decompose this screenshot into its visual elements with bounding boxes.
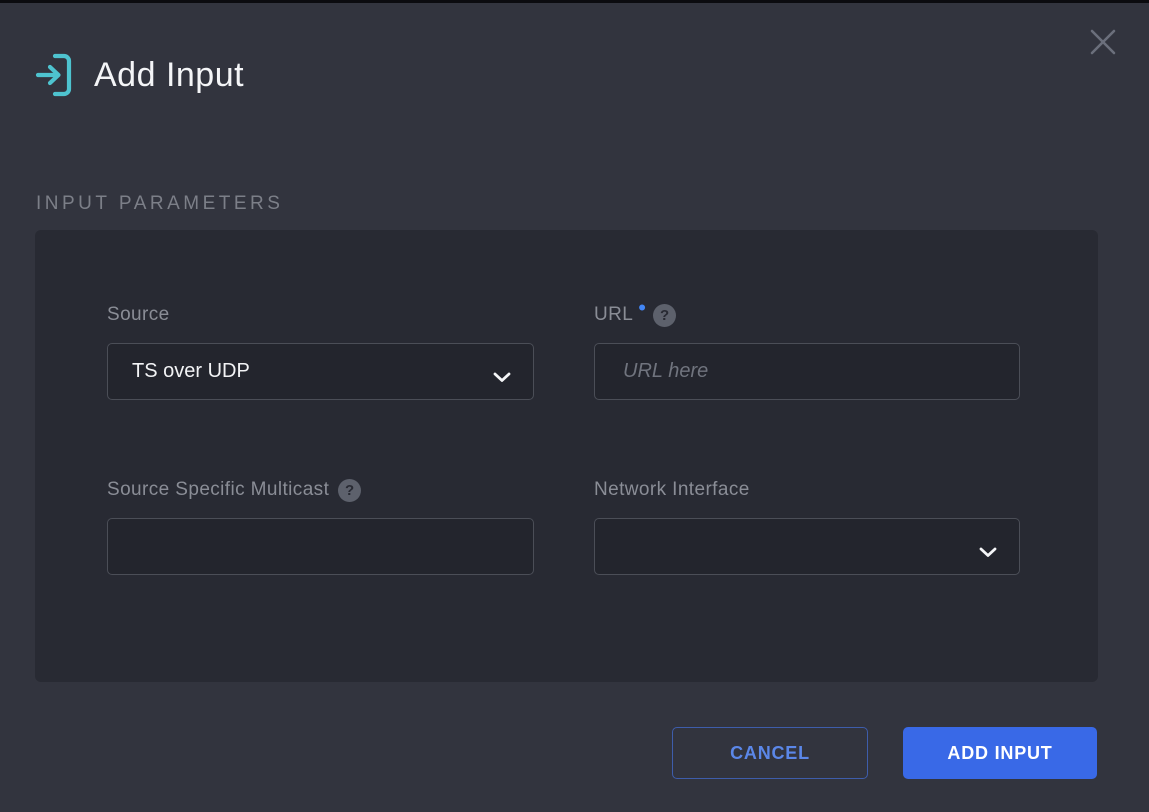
- network-interface-label: Network Interface: [594, 478, 1020, 502]
- source-field-group: Source TS over UDP: [107, 303, 534, 400]
- required-indicator: •: [638, 303, 646, 313]
- url-label: URL • ?: [594, 303, 1020, 327]
- cancel-button[interactable]: CANCEL: [672, 727, 868, 779]
- url-input[interactable]: [594, 343, 1020, 400]
- ssm-label: Source Specific Multicast ?: [107, 478, 534, 502]
- login-arrow-icon: [34, 52, 74, 98]
- chevron-down-icon: [979, 541, 997, 552]
- network-interface-field-group: Network Interface: [594, 478, 1020, 575]
- add-input-button[interactable]: ADD INPUT: [903, 727, 1097, 779]
- url-field-group: URL • ?: [594, 303, 1020, 400]
- page-title: Add Input: [94, 56, 244, 95]
- source-select[interactable]: TS over UDP: [107, 343, 534, 400]
- modal-top-edge: [0, 0, 1149, 3]
- source-selected-value: TS over UDP: [132, 360, 250, 383]
- dialog-header: Add Input: [34, 52, 244, 98]
- ssm-field-group: Source Specific Multicast ?: [107, 478, 534, 575]
- section-header-input-parameters: INPUT PARAMETERS: [36, 193, 283, 215]
- dialog-footer: CANCEL ADD INPUT: [0, 727, 1149, 779]
- url-help-icon[interactable]: ?: [653, 304, 676, 327]
- network-interface-select[interactable]: [594, 518, 1020, 575]
- input-parameters-panel: Source TS over UDP URL • ? Source Specif…: [35, 230, 1098, 682]
- chevron-down-icon: [493, 366, 511, 377]
- source-label: Source: [107, 303, 534, 327]
- ssm-input[interactable]: [107, 518, 534, 575]
- ssm-help-icon[interactable]: ?: [338, 479, 361, 502]
- close-button[interactable]: [1085, 26, 1121, 62]
- close-icon: [1088, 27, 1118, 62]
